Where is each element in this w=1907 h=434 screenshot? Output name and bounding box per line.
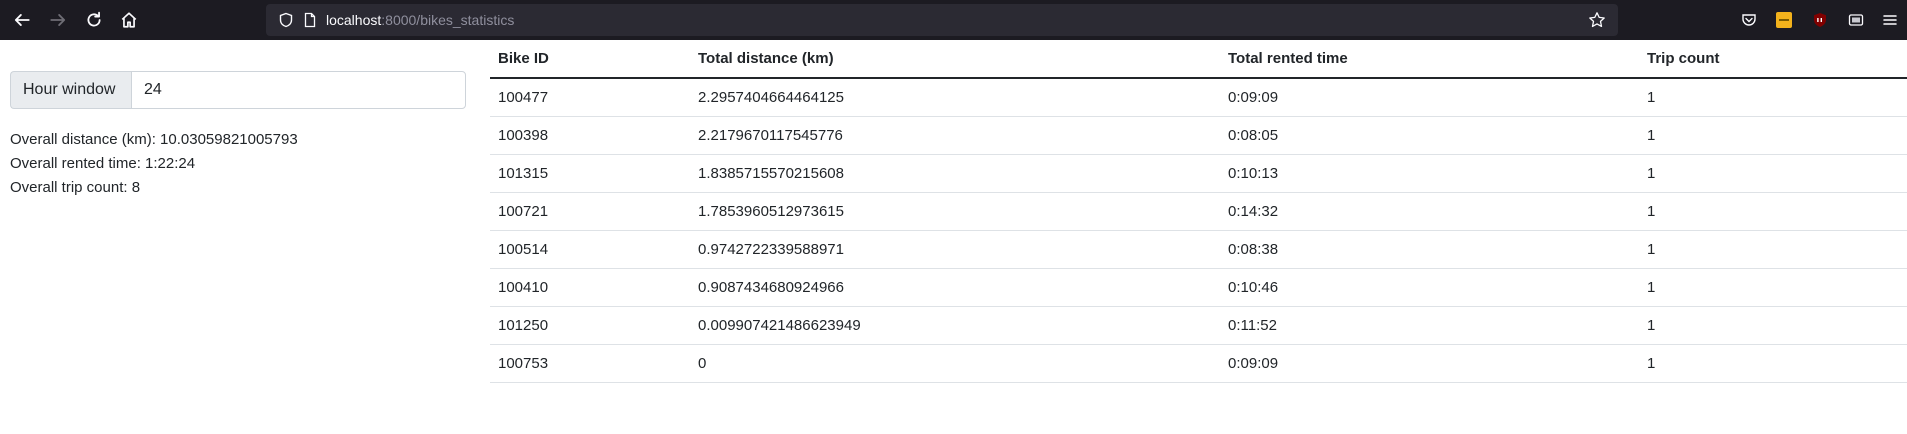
cell-total-distance: 0.9087434680924966 xyxy=(690,268,1220,307)
table-row: 100398 2.2179670117545776 0:08:05 1 xyxy=(490,116,1907,155)
cell-bike-id: 100477 xyxy=(490,78,690,117)
url-path: :8000/bikes_statistics xyxy=(381,12,515,28)
table-row: 100514 0.9742722339588971 0:08:38 1 xyxy=(490,230,1907,269)
table-row: 101250 0.009907421486623949 0:11:52 1 xyxy=(490,306,1907,345)
cell-total-rented-time: 0:10:13 xyxy=(1220,154,1639,193)
cell-total-rented-time: 0:08:38 xyxy=(1220,230,1639,269)
table-row: 100477 2.2957404664464125 0:09:09 1 xyxy=(490,78,1907,117)
cell-total-distance: 2.2179670117545776 xyxy=(690,116,1220,155)
header-bike-id[interactable]: Bike ID xyxy=(490,40,690,79)
cell-trip-count: 1 xyxy=(1639,230,1907,269)
cell-trip-count: 1 xyxy=(1639,306,1907,345)
pocket-icon[interactable] xyxy=(1739,10,1759,30)
cell-total-rented-time: 0:09:09 xyxy=(1220,78,1639,117)
hamburger-menu-icon[interactable] xyxy=(1880,10,1900,30)
cell-bike-id: 101315 xyxy=(490,154,690,193)
url-text[interactable]: localhost:8000/bikes_statistics xyxy=(326,12,514,28)
header-total-distance[interactable]: Total distance (km) xyxy=(690,40,1220,79)
container-icon[interactable] xyxy=(1846,10,1866,30)
page-content: Hour window Overall distance (km): 10.03… xyxy=(0,40,1907,434)
back-arrow-icon[interactable] xyxy=(10,8,34,32)
browser-toolbar: localhost:8000/bikes_statistics xyxy=(0,0,1907,40)
table-row: 101315 1.8385715570215608 0:10:13 1 xyxy=(490,154,1907,193)
ublock-icon[interactable] xyxy=(1810,10,1830,30)
shield-icon[interactable] xyxy=(278,12,294,33)
url-host: localhost xyxy=(326,12,382,28)
cell-total-distance: 2.2957404664464125 xyxy=(690,78,1220,117)
url-bar[interactable]: localhost:8000/bikes_statistics xyxy=(266,4,1618,36)
hour-window-input[interactable] xyxy=(131,71,466,109)
table-row: 100410 0.9087434680924966 0:10:46 1 xyxy=(490,268,1907,307)
table-header-row: Bike ID Total distance (km) Total rented… xyxy=(490,40,1907,79)
filter-panel: Hour window Overall distance (km): 10.03… xyxy=(10,71,466,200)
cell-trip-count: 1 xyxy=(1639,154,1907,193)
cell-total-distance: 0 xyxy=(690,344,1220,383)
header-trip-count[interactable]: Trip count xyxy=(1639,40,1907,79)
cell-trip-count: 1 xyxy=(1639,192,1907,231)
cell-bike-id: 100398 xyxy=(490,116,690,155)
extension-icon[interactable] xyxy=(1774,10,1794,30)
table-row: 100721 1.7853960512973615 0:14:32 1 xyxy=(490,192,1907,231)
cell-bike-id: 100410 xyxy=(490,268,690,307)
cell-trip-count: 1 xyxy=(1639,268,1907,307)
summary-stats: Overall distance (km): 10.03059821005793… xyxy=(10,128,466,200)
overall-trip-count: Overall trip count: 8 xyxy=(10,179,141,196)
cell-bike-id: 101250 xyxy=(490,306,690,345)
forward-arrow-icon[interactable] xyxy=(46,8,70,32)
reload-icon[interactable] xyxy=(82,8,106,32)
bike-stats-table: Bike ID Total distance (km) Total rented… xyxy=(490,40,1907,383)
cell-bike-id: 100514 xyxy=(490,230,690,269)
cell-total-rented-time: 0:10:46 xyxy=(1220,268,1639,307)
cell-total-distance: 1.8385715570215608 xyxy=(690,154,1220,193)
cell-total-distance: 0.009907421486623949 xyxy=(690,306,1220,345)
cell-trip-count: 1 xyxy=(1639,78,1907,117)
cell-bike-id: 100721 xyxy=(490,192,690,231)
overall-distance: Overall distance (km): 10.03059821005793 xyxy=(10,131,298,148)
star-icon[interactable] xyxy=(1588,11,1606,34)
cell-trip-count: 1 xyxy=(1639,116,1907,155)
home-icon[interactable] xyxy=(117,8,141,32)
hour-window-group: Hour window xyxy=(10,71,466,109)
cell-trip-count: 1 xyxy=(1639,344,1907,383)
header-total-rented-time[interactable]: Total rented time xyxy=(1220,40,1639,79)
page-icon[interactable] xyxy=(302,12,318,33)
overall-rented-time: Overall rented time: 1:22:24 xyxy=(10,155,196,172)
cell-bike-id: 100753 xyxy=(490,344,690,383)
table-row: 100753 0 0:09:09 1 xyxy=(490,344,1907,383)
hour-window-label: Hour window xyxy=(10,71,131,109)
cell-total-rented-time: 0:11:52 xyxy=(1220,306,1639,345)
cell-total-distance: 1.7853960512973615 xyxy=(690,192,1220,231)
cell-total-rented-time: 0:08:05 xyxy=(1220,116,1639,155)
cell-total-rented-time: 0:14:32 xyxy=(1220,192,1639,231)
cell-total-rented-time: 0:09:09 xyxy=(1220,344,1639,383)
cell-total-distance: 0.9742722339588971 xyxy=(690,230,1220,269)
